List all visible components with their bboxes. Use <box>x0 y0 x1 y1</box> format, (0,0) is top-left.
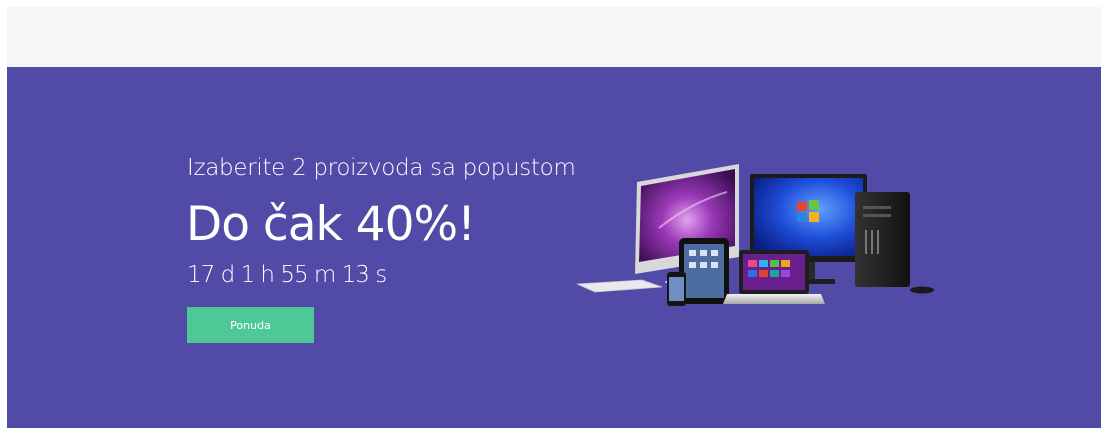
devices-illustration-icon <box>576 164 934 306</box>
promo-headline: Do čak 40%! <box>186 197 476 252</box>
countdown-timer: 17 d 1 h 55 m 13 s <box>187 262 387 288</box>
page: Izaberite 2 proizvoda sa popustom Do čak… <box>0 0 1101 428</box>
promo-subtitle: Izaberite 2 proizvoda sa popustom <box>187 155 576 181</box>
offer-button[interactable]: Ponuda <box>187 307 314 343</box>
promo-banner: Izaberite 2 proizvoda sa popustom Do čak… <box>7 67 1101 428</box>
top-header-bar <box>7 7 1101 67</box>
